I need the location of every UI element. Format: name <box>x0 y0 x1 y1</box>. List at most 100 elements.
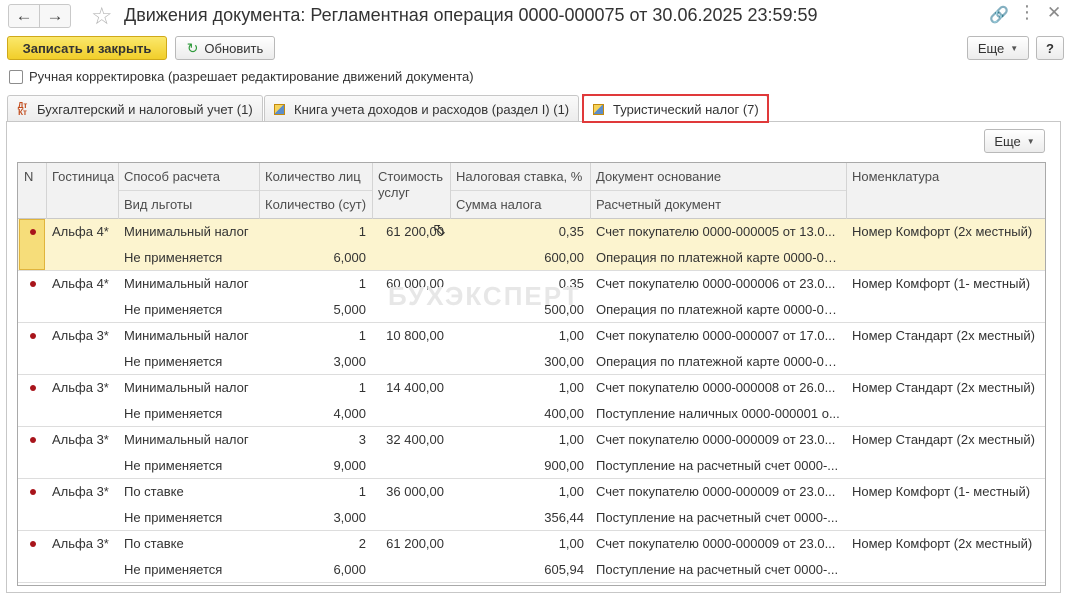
cell-rate[interactable]: 1,00 <box>450 375 590 401</box>
cell-base-doc[interactable]: Счет покупателю 0000-000009 от 23.0... <box>590 531 846 557</box>
cell-days[interactable]: 3,000 <box>259 505 372 531</box>
table-row[interactable]: Альфа 3* Минимальный налог Не применяетс… <box>18 427 1045 479</box>
cell-calc-method[interactable]: По ставке <box>118 479 259 505</box>
cell-days[interactable]: 9,000 <box>259 453 372 479</box>
cell-cost[interactable]: 36 000,00 <box>372 479 450 505</box>
cell-days[interactable]: 6,000 <box>259 557 372 583</box>
cell-days[interactable]: 6,000 <box>259 245 372 271</box>
more-menu-button[interactable]: Еще ▼ <box>967 36 1029 60</box>
cell-payment-doc[interactable]: Поступление на расчетный счет 0000-... <box>590 557 846 583</box>
cell-hotel[interactable]: Альфа 3* <box>46 427 118 453</box>
cell-days[interactable]: 5,000 <box>259 297 372 323</box>
cell-calc-method[interactable]: Минимальный налог <box>118 427 259 453</box>
save-and-close-button[interactable]: Записать и закрыть <box>7 36 167 60</box>
cell-benefit-type[interactable]: Не применяется <box>118 401 259 427</box>
cell-tax-sum[interactable]: 356,44 <box>450 505 590 531</box>
table-row[interactable]: Альфа 3* По ставке Не применяется 1 3,00… <box>18 479 1045 531</box>
more-vertical-icon[interactable]: ⋮ <box>1018 2 1036 23</box>
cell-cost[interactable]: 61 200,00 <box>372 531 450 557</box>
tourist-tax-table[interactable]: N Гостиница Способ расчета Вид льготы Ко… <box>17 162 1046 586</box>
col-header-rate[interactable]: Налоговая ставка, % <box>450 163 590 184</box>
cell-rate[interactable]: 1,00 <box>450 531 590 557</box>
back-button[interactable]: ← <box>8 4 40 28</box>
col-header-persons[interactable]: Количество лиц <box>259 163 372 184</box>
cell-cost[interactable]: 32 400,00 <box>372 427 450 453</box>
cell-benefit-type[interactable]: Не применяется <box>118 557 259 583</box>
cell-hotel[interactable]: Альфа 3* <box>46 479 118 505</box>
grid-more-button[interactable]: Еще ▼ <box>984 129 1045 153</box>
col-header-payment-doc[interactable]: Расчетный документ <box>590 191 846 212</box>
cell-persons[interactable]: 3 <box>259 427 372 453</box>
table-row[interactable]: Альфа 3* По ставке Не применяется 2 6,00… <box>18 531 1045 583</box>
cell-tax-sum[interactable]: 400,00 <box>450 401 590 427</box>
cell-base-doc[interactable]: Счет покупателю 0000-000008 от 26.0... <box>590 375 846 401</box>
cell-base-doc[interactable]: Счет покупателю 0000-000007 от 17.0... <box>590 323 846 349</box>
cell-rate[interactable]: 1,00 <box>450 323 590 349</box>
cell-tax-sum[interactable]: 900,00 <box>450 453 590 479</box>
manual-correction-checkbox[interactable] <box>9 70 23 84</box>
cell-tax-sum[interactable]: 605,94 <box>450 557 590 583</box>
close-icon[interactable]: ✕ <box>1047 3 1061 23</box>
cell-hotel[interactable]: Альфа 3* <box>46 531 118 557</box>
cell-persons[interactable]: 2 <box>259 531 372 557</box>
cell-rate[interactable]: 1,00 <box>450 479 590 505</box>
cell-persons[interactable]: 1 <box>259 375 372 401</box>
link-icon[interactable]: 🔗 <box>989 5 1009 25</box>
cell-hotel[interactable]: Альфа 3* <box>46 323 118 349</box>
cell-calc-method[interactable]: Минимальный налог <box>118 375 259 401</box>
cell-cost[interactable]: 14 400,00 <box>372 375 450 401</box>
cell-nomenclature[interactable]: Номер Стандарт (2х местный) <box>846 323 1045 349</box>
cell-tax-sum[interactable]: 600,00 <box>450 245 590 271</box>
cell-days[interactable]: 4,000 <box>259 401 372 427</box>
cell-payment-doc[interactable]: Поступление на расчетный счет 0000-... <box>590 505 846 531</box>
cell-nomenclature[interactable]: Номер Комфорт (2х местный) <box>846 219 1045 245</box>
cell-rate[interactable]: 0,35 <box>450 219 590 245</box>
cell-payment-doc[interactable]: Поступление наличных 0000-000001 о... <box>590 401 846 427</box>
cell-nomenclature[interactable]: Номер Комфорт (2х местный) <box>846 531 1045 557</box>
cell-rate[interactable]: 1,00 <box>450 427 590 453</box>
col-header-cost[interactable]: Стоимость услуг <box>372 163 450 201</box>
cell-base-doc[interactable]: Счет покупателю 0000-000006 от 23.0... <box>590 271 846 297</box>
cell-payment-doc[interactable]: Операция по платежной карте 0000-00... <box>590 349 846 375</box>
cell-base-doc[interactable]: Счет покупателю 0000-000009 от 23.0... <box>590 427 846 453</box>
cell-persons[interactable]: 1 <box>259 479 372 505</box>
table-row[interactable]: Альфа 4* Минимальный налог Не применяетс… <box>18 219 1045 271</box>
cell-benefit-type[interactable]: Не применяется <box>118 453 259 479</box>
cell-calc-method[interactable]: Минимальный налог <box>118 219 259 245</box>
col-header-nomenclature[interactable]: Номенклатура <box>846 163 1045 184</box>
table-row[interactable]: Альфа 3* Минимальный налог Не применяетс… <box>18 323 1045 375</box>
cell-payment-doc[interactable]: Поступление на расчетный счет 0000-... <box>590 453 846 479</box>
cell-hotel[interactable]: Альфа 4* <box>46 271 118 297</box>
help-button[interactable]: ? <box>1036 36 1064 60</box>
cell-benefit-type[interactable]: Не применяется <box>118 505 259 531</box>
cell-benefit-type[interactable]: Не применяется <box>118 245 259 271</box>
tab-accounting[interactable]: Дт Кт Бухгалтерский и налоговый учет (1) <box>7 95 263 122</box>
col-header-base-doc[interactable]: Документ основание <box>590 163 846 184</box>
cell-persons[interactable]: 1 <box>259 219 372 245</box>
refresh-button[interactable]: ↻ Обновить <box>175 36 275 60</box>
cell-days[interactable]: 3,000 <box>259 349 372 375</box>
cell-nomenclature[interactable]: Номер Комфорт (1- местный) <box>846 271 1045 297</box>
star-icon[interactable]: ☆ <box>91 2 113 31</box>
cell-base-doc[interactable]: Счет покупателю 0000-000009 от 23.0... <box>590 479 846 505</box>
cell-persons[interactable]: 1 <box>259 271 372 297</box>
col-header-benefit-type[interactable]: Вид льготы <box>118 191 259 212</box>
cell-calc-method[interactable]: По ставке <box>118 531 259 557</box>
cell-nomenclature[interactable]: Номер Стандарт (2х местный) <box>846 375 1045 401</box>
col-header-n[interactable]: N <box>18 163 46 184</box>
cell-nomenclature[interactable]: Номер Стандарт (2х местный) <box>846 427 1045 453</box>
cell-calc-method[interactable]: Минимальный налог <box>118 323 259 349</box>
cell-payment-doc[interactable]: Операция по платежной карте 0000-00... <box>590 245 846 271</box>
cell-benefit-type[interactable]: Не применяется <box>118 349 259 375</box>
cell-tax-sum[interactable]: 300,00 <box>450 349 590 375</box>
cell-cost[interactable]: 10 800,00 <box>372 323 450 349</box>
col-header-tax-sum[interactable]: Сумма налога <box>450 191 590 212</box>
cell-persons[interactable]: 1 <box>259 323 372 349</box>
col-header-hotel[interactable]: Гостиница <box>46 163 118 184</box>
table-row[interactable]: Альфа 3* Минимальный налог Не применяетс… <box>18 375 1045 427</box>
cell-hotel[interactable]: Альфа 4* <box>46 219 118 245</box>
cell-benefit-type[interactable]: Не применяется <box>118 297 259 323</box>
col-header-calc-method[interactable]: Способ расчета <box>118 163 259 184</box>
cell-base-doc[interactable]: Счет покупателю 0000-000005 от 13.0... <box>590 219 846 245</box>
forward-button[interactable]: → <box>39 4 71 28</box>
